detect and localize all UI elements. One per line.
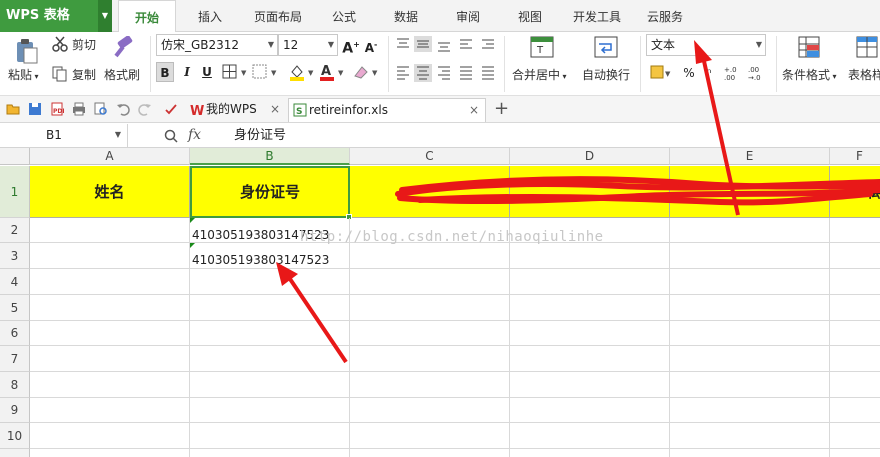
wps-spreadsheet-window: WPS 表格 ▼ 开始 插入 页面布局 公式 数据 审阅 视图 开发工具 云服务… bbox=[0, 0, 880, 457]
annotation-overlay bbox=[276, 40, 880, 364]
red-arrow-annotation bbox=[276, 262, 348, 364]
redaction-scribble bbox=[395, 176, 880, 206]
